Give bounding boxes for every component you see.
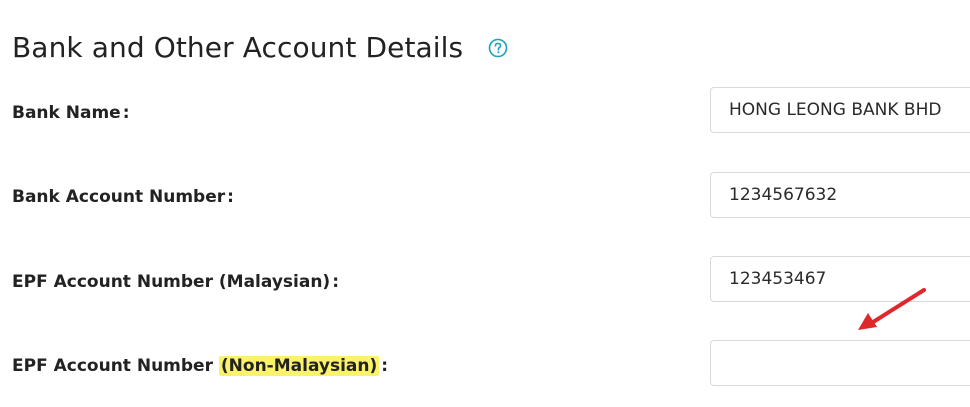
question-circle-icon[interactable] [487, 37, 509, 59]
epf-non-malaysian-label-prefix: EPF Account Number [12, 356, 219, 376]
bank-name-label-text: Bank Name [12, 103, 121, 123]
epf-non-malaysian-label: EPF Account Number (Non-Malaysian): [12, 354, 388, 378]
section-title: Bank and Other Account Details [12, 31, 464, 64]
bank-account-details-section: Bank and Other Account Details Bank Name… [0, 0, 970, 407]
epf-non-malaysian-field[interactable] [710, 340, 970, 386]
bank-account-number-label-text: Bank Account Number [12, 187, 226, 207]
epf-malaysian-label: EPF Account Number (Malaysian): [12, 270, 339, 294]
bank-account-number-field[interactable] [710, 172, 970, 218]
non-malaysian-highlight: (Non-Malaysian) [218, 356, 380, 376]
bank-account-number-label: Bank Account Number: [12, 185, 234, 209]
bank-name-label: Bank Name: [12, 101, 130, 125]
label-colon: : [381, 356, 389, 376]
epf-malaysian-label-text: EPF Account Number (Malaysian) [12, 272, 331, 292]
bank-name-field[interactable] [710, 87, 970, 133]
section-header: Bank and Other Account Details [12, 26, 509, 70]
label-colon: : [122, 103, 130, 123]
label-colon: : [332, 272, 340, 292]
label-colon: : [227, 187, 234, 207]
annotation-arrow-icon [858, 288, 926, 330]
